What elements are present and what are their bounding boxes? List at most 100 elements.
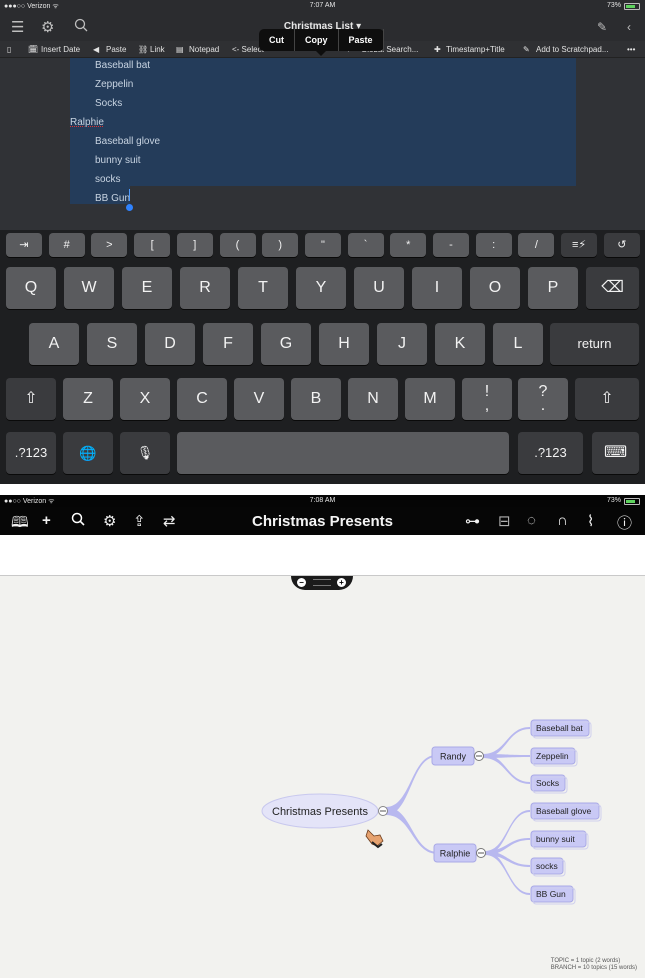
letter-key[interactable]: B [291, 378, 341, 420]
subtopic[interactable]: Baseball glove [530, 802, 602, 822]
globe-key[interactable]: 🌐 [63, 432, 113, 474]
symbol-key[interactable]: / [518, 233, 555, 257]
chevron-left-icon[interactable]: ‹ [627, 20, 631, 34]
letter-key[interactable]: Q [6, 267, 56, 309]
question-key[interactable]: ?. [518, 378, 568, 420]
letter-key[interactable]: R [180, 267, 230, 309]
letter-key[interactable]: C [177, 378, 227, 420]
numbers-key-right[interactable]: .?123 [518, 432, 583, 474]
info-icon[interactable]: ⓘ [617, 512, 632, 533]
cut-button[interactable]: Cut [259, 29, 295, 51]
letter-key[interactable]: N [348, 378, 398, 420]
editor-line[interactable]: socks [95, 174, 121, 185]
symbol-key[interactable]: : [475, 233, 512, 257]
subtopic[interactable]: Baseball bat [530, 719, 592, 739]
symbol-key[interactable]: ⇥ [6, 233, 42, 257]
letter-key[interactable]: O [470, 267, 520, 309]
shift-key-left[interactable]: ⇧ [6, 378, 56, 420]
subtopic[interactable]: Zeppelin [530, 747, 578, 767]
symbol-key[interactable]: * [390, 233, 427, 257]
editor-line[interactable]: Socks [95, 98, 122, 109]
editor-line[interactable]: Baseball glove [95, 136, 160, 147]
letter-key[interactable]: Z [63, 378, 113, 420]
space-key[interactable] [177, 432, 509, 474]
return-key[interactable]: return [550, 323, 639, 365]
letter-key[interactable]: J [377, 323, 427, 365]
letter-key[interactable]: I [412, 267, 462, 309]
letter-key[interactable]: X [120, 378, 170, 420]
letter-key[interactable]: K [435, 323, 485, 365]
letter-key[interactable]: U [354, 267, 404, 309]
symbol-key[interactable]: ` [347, 233, 384, 257]
symbol-key[interactable]: ( [219, 233, 256, 257]
hide-keyboard-key[interactable]: ⌨ [592, 432, 639, 474]
zoom-out-button[interactable]: − [297, 578, 306, 587]
branch-connector [386, 755, 436, 815]
exclamation-key[interactable]: !, [462, 378, 512, 420]
editor-line[interactable]: bunny suit [95, 155, 141, 166]
letter-key[interactable]: M [405, 378, 455, 420]
symbol-key[interactable]: ] [176, 233, 213, 257]
main-topic[interactable]: Ralphie [433, 843, 477, 863]
more-button[interactable]: ••• [627, 45, 635, 54]
branch-style-icon[interactable]: ⊶ [465, 512, 480, 530]
subtopic[interactable]: Socks [530, 774, 568, 794]
subtopic[interactable]: BB Gun [530, 885, 576, 905]
comment-icon[interactable]: ◌ [527, 512, 536, 529]
selection-handle[interactable] [126, 204, 133, 211]
notepad-button[interactable]: Notepad [189, 45, 219, 54]
symbol-key[interactable]: ≡⚡ [561, 233, 598, 257]
subtopic[interactable]: bunny suit [530, 830, 589, 850]
letter-key[interactable]: W [64, 267, 114, 309]
editor-line[interactable]: Zeppelin [95, 79, 133, 90]
zoom-in-button[interactable]: + [337, 578, 346, 587]
letter-key[interactable]: A [29, 323, 79, 365]
letter-key[interactable]: F [203, 323, 253, 365]
main-topic[interactable]: Randy [431, 746, 475, 766]
symbol-key[interactable]: [ [134, 233, 171, 257]
letter-key[interactable]: G [261, 323, 311, 365]
symbol-key[interactable]: # [48, 233, 85, 257]
paste-button[interactable]: Paste [106, 45, 126, 54]
link-button[interactable]: Link [150, 45, 165, 54]
paperclip-icon[interactable]: ⌇ [587, 512, 594, 530]
letter-key[interactable]: L [493, 323, 543, 365]
topic-box-icon[interactable]: ⊟ [498, 512, 511, 530]
central-topic[interactable]: Christmas Presents [261, 793, 379, 829]
letter-key[interactable]: Y [296, 267, 346, 309]
editor-line[interactable]: BB Gun [95, 193, 130, 204]
symbol-key[interactable]: - [433, 233, 469, 257]
subtopic[interactable]: socks [530, 857, 566, 877]
shift-icon: ⇧ [600, 390, 614, 407]
wrench-icon[interactable]: ✎ [597, 20, 607, 34]
symbol-key[interactable]: ) [262, 233, 299, 257]
letter-key[interactable]: E [122, 267, 172, 309]
editor-line[interactable]: Baseball bat [95, 60, 150, 71]
zoom-control[interactable]: − + [291, 576, 353, 590]
edit-context-menu: Cut Copy Paste [259, 29, 384, 56]
add-to-scratchpad-button[interactable]: Add to Scratchpad... [536, 45, 609, 54]
mind-map-canvas[interactable]: Christmas Presents Randy Baseball bat Zeppe… [0, 576, 645, 978]
backspace-key[interactable]: ⌫ [586, 267, 639, 309]
letter-key[interactable]: D [145, 323, 195, 365]
numbers-key[interactable]: .?123 [6, 432, 56, 474]
insert-date-button[interactable]: Insert Date [41, 45, 80, 54]
copy-button[interactable]: Copy [295, 29, 339, 51]
timestamp-title-button[interactable]: Timestamp+Title [446, 45, 505, 54]
letter-key[interactable]: T [238, 267, 288, 309]
letter-key[interactable]: V [234, 378, 284, 420]
symbol-key[interactable]: ↺ [603, 233, 640, 257]
text-editor[interactable]: Baseball bat Zeppelin Socks Ralphie Baseball… [0, 58, 645, 230]
editor-line[interactable]: Ralphie [70, 117, 104, 128]
symbol-key[interactable]: > [91, 233, 128, 257]
letter-key[interactable]: P [528, 267, 578, 309]
letter-key[interactable]: S [87, 323, 137, 365]
dictation-key[interactable]: 🎙 [120, 432, 170, 474]
symbol-key[interactable]: " [304, 233, 341, 257]
shift-key-right[interactable]: ⇧ [575, 378, 639, 420]
sidebar-toggle-icon[interactable]: ▯ [7, 45, 11, 54]
letter-key[interactable]: H [319, 323, 369, 365]
relationship-icon[interactable]: ∩ [557, 512, 568, 529]
paste-menu-button[interactable]: Paste [339, 29, 384, 51]
zoom-handle-icon [313, 579, 331, 586]
